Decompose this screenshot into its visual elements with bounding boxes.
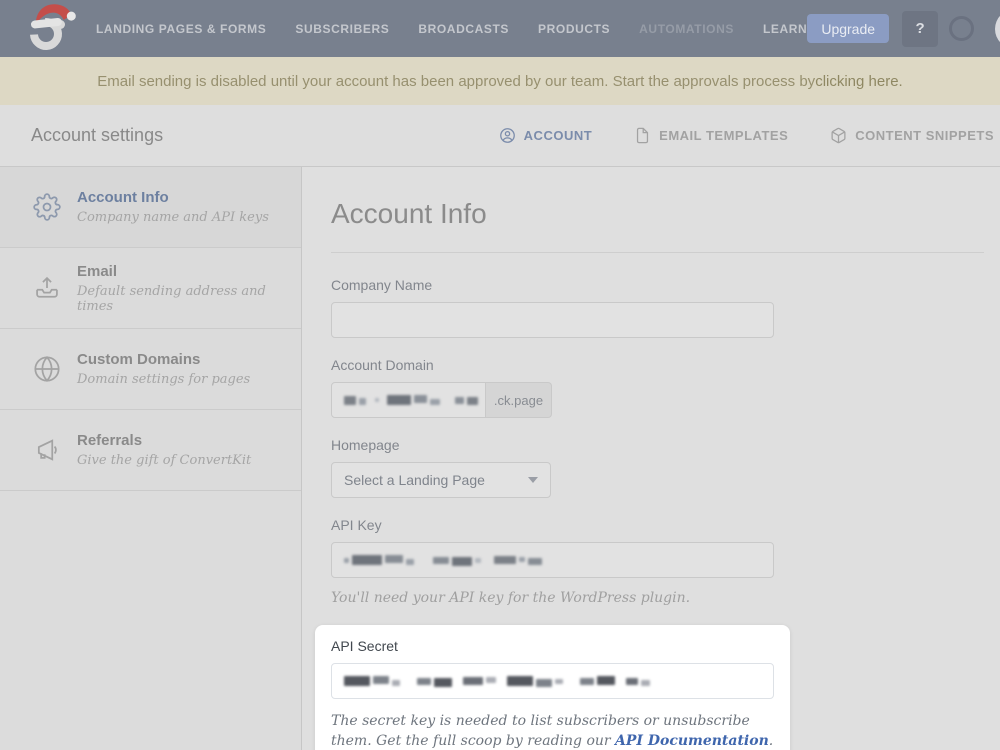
nav-item-products[interactable]: PRODUCTS: [538, 22, 610, 36]
nav-item-subscribers[interactable]: SUBSCRIBERS: [295, 22, 389, 36]
sidebar-item-title: Referrals: [77, 432, 251, 449]
sidebar-item-title: Email: [77, 263, 301, 280]
sidebar-item-text: Account Info Company name and API keys: [77, 189, 269, 225]
gear-icon: [33, 193, 61, 221]
sidebar-item-subtitle: Default sending address and times: [77, 284, 301, 314]
account-domain-label: Account Domain: [331, 357, 984, 373]
api-secret-hint: The secret key is needed to list subscri…: [331, 711, 776, 750]
sidebar-item-account-info[interactable]: Account Info Company name and API keys: [0, 167, 301, 248]
api-secret-input[interactable]: [331, 663, 774, 699]
tab-email-templates[interactable]: EMAIL TEMPLATES: [634, 127, 788, 144]
api-key-field: API Key You'll need your API key for the…: [331, 517, 984, 606]
api-key-label: API Key: [331, 517, 984, 533]
sidebar-item-subtitle: Give the gift of ConvertKit: [77, 453, 251, 468]
banner-link[interactable]: clicking here.: [815, 73, 903, 90]
nav-item-broadcasts[interactable]: BROADCASTS: [418, 22, 509, 36]
api-key-hint: You'll need your API key for the WordPre…: [331, 590, 984, 606]
api-key-input[interactable]: [331, 542, 774, 578]
tab-label: CONTENT SNIPPETS: [855, 128, 994, 143]
homepage-selected-value: Select a Landing Page: [344, 472, 485, 488]
sidebar-item-custom-domains[interactable]: Custom Domains Domain settings for pages: [0, 329, 301, 410]
company-name-label: Company Name: [331, 277, 984, 293]
api-documentation-link[interactable]: API Documentation: [615, 733, 769, 749]
settings-tabs: ACCOUNT EMAIL TEMPLATES CONTENT SNIPPETS: [499, 127, 994, 144]
sidebar-item-subtitle: Company name and API keys: [77, 210, 269, 225]
settings-content: Account Info Company name and API keys E…: [0, 167, 1000, 750]
cube-icon: [830, 127, 847, 144]
nav-item-learn[interactable]: LEARN: [763, 22, 807, 36]
company-name-field: Company Name: [331, 277, 984, 338]
notification-ring-icon[interactable]: [949, 16, 974, 41]
file-icon: [634, 127, 651, 144]
sidebar-item-text: Referrals Give the gift of ConvertKit: [77, 432, 251, 468]
nav-right-actions: Upgrade ?: [807, 9, 1000, 49]
sidebar-item-title: Account Info: [77, 189, 269, 206]
user-silhouette-icon: [995, 9, 1000, 49]
tab-label: ACCOUNT: [524, 128, 593, 143]
nav-item-landing-pages-forms[interactable]: LANDING PAGES & FORMS: [96, 22, 266, 36]
settings-header: Account settings ACCOUNT EMAIL TEMPLATES: [0, 105, 1000, 167]
app-root: LANDING PAGES & FORMS SUBSCRIBERS BROADC…: [0, 0, 1000, 750]
sidebar-item-referrals[interactable]: Referrals Give the gift of ConvertKit: [0, 410, 301, 491]
nav-menu: LANDING PAGES & FORMS SUBSCRIBERS BROADC…: [96, 22, 807, 36]
tab-account[interactable]: ACCOUNT: [499, 127, 593, 144]
top-nav: LANDING PAGES & FORMS SUBSCRIBERS BROADC…: [0, 0, 1000, 57]
sidebar-item-text: Email Default sending address and times: [77, 263, 301, 314]
page-title: Account settings: [31, 125, 163, 146]
company-name-input[interactable]: [331, 302, 774, 338]
settings-sidebar: Account Info Company name and API keys E…: [0, 167, 302, 750]
account-domain-input[interactable]: [331, 382, 486, 418]
globe-icon: [33, 355, 61, 383]
homepage-select[interactable]: Select a Landing Page: [331, 462, 551, 498]
convertkit-logo[interactable]: [26, 4, 80, 54]
upgrade-button[interactable]: Upgrade: [807, 14, 889, 43]
sidebar-item-title: Custom Domains: [77, 351, 250, 368]
homepage-label: Homepage: [331, 437, 984, 453]
sidebar-item-text: Custom Domains Domain settings for pages: [77, 351, 250, 387]
homepage-field: Homepage Select a Landing Page: [331, 437, 984, 498]
section-title: Account Info: [331, 198, 984, 230]
divider: [331, 252, 984, 253]
account-domain-field: Account Domain .ck.page: [331, 357, 984, 418]
api-secret-label: API Secret: [331, 638, 774, 654]
banner-message: Email sending is disabled until your acc…: [97, 73, 815, 90]
santa-hat-icon: [27, 0, 80, 30]
megaphone-icon: [33, 436, 61, 464]
help-button[interactable]: ?: [902, 11, 938, 47]
select-caret-icon: [528, 477, 538, 483]
api-secret-hint-after: .: [769, 733, 773, 749]
sidebar-item-subtitle: Domain settings for pages: [77, 372, 250, 387]
user-circle-icon: [499, 127, 516, 144]
sidebar-item-email[interactable]: Email Default sending address and times: [0, 248, 301, 329]
outbox-icon: [33, 274, 61, 302]
domain-suffix: .ck.page: [486, 382, 552, 418]
tab-content-snippets[interactable]: CONTENT SNIPPETS: [830, 127, 994, 144]
nav-item-automations[interactable]: AUTOMATIONS: [639, 22, 734, 36]
account-info-panel: Account Info Company Name Account Domain: [302, 167, 1000, 750]
approval-banner: Email sending is disabled until your acc…: [0, 57, 1000, 105]
tab-label: EMAIL TEMPLATES: [659, 128, 788, 143]
api-secret-spotlight: API Secret: [315, 625, 790, 750]
avatar[interactable]: [995, 9, 1000, 49]
